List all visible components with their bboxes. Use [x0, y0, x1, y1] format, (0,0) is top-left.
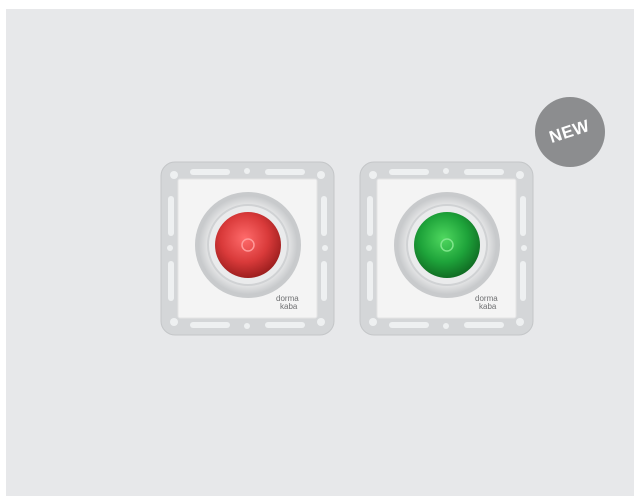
new-badge-label: NEW — [547, 116, 593, 147]
red-push-button-device: dorma kaba — [160, 161, 335, 336]
brand-line-2: kaba — [280, 302, 298, 311]
new-badge: NEW — [535, 97, 605, 167]
red-device-graphic — [160, 161, 335, 336]
green-push-button-device: dorma kaba — [359, 161, 534, 336]
brand-line-2: kaba — [479, 302, 497, 311]
green-device-graphic — [359, 161, 534, 336]
brand-logo: dorma kaba — [475, 295, 498, 311]
brand-logo: dorma kaba — [276, 295, 299, 311]
